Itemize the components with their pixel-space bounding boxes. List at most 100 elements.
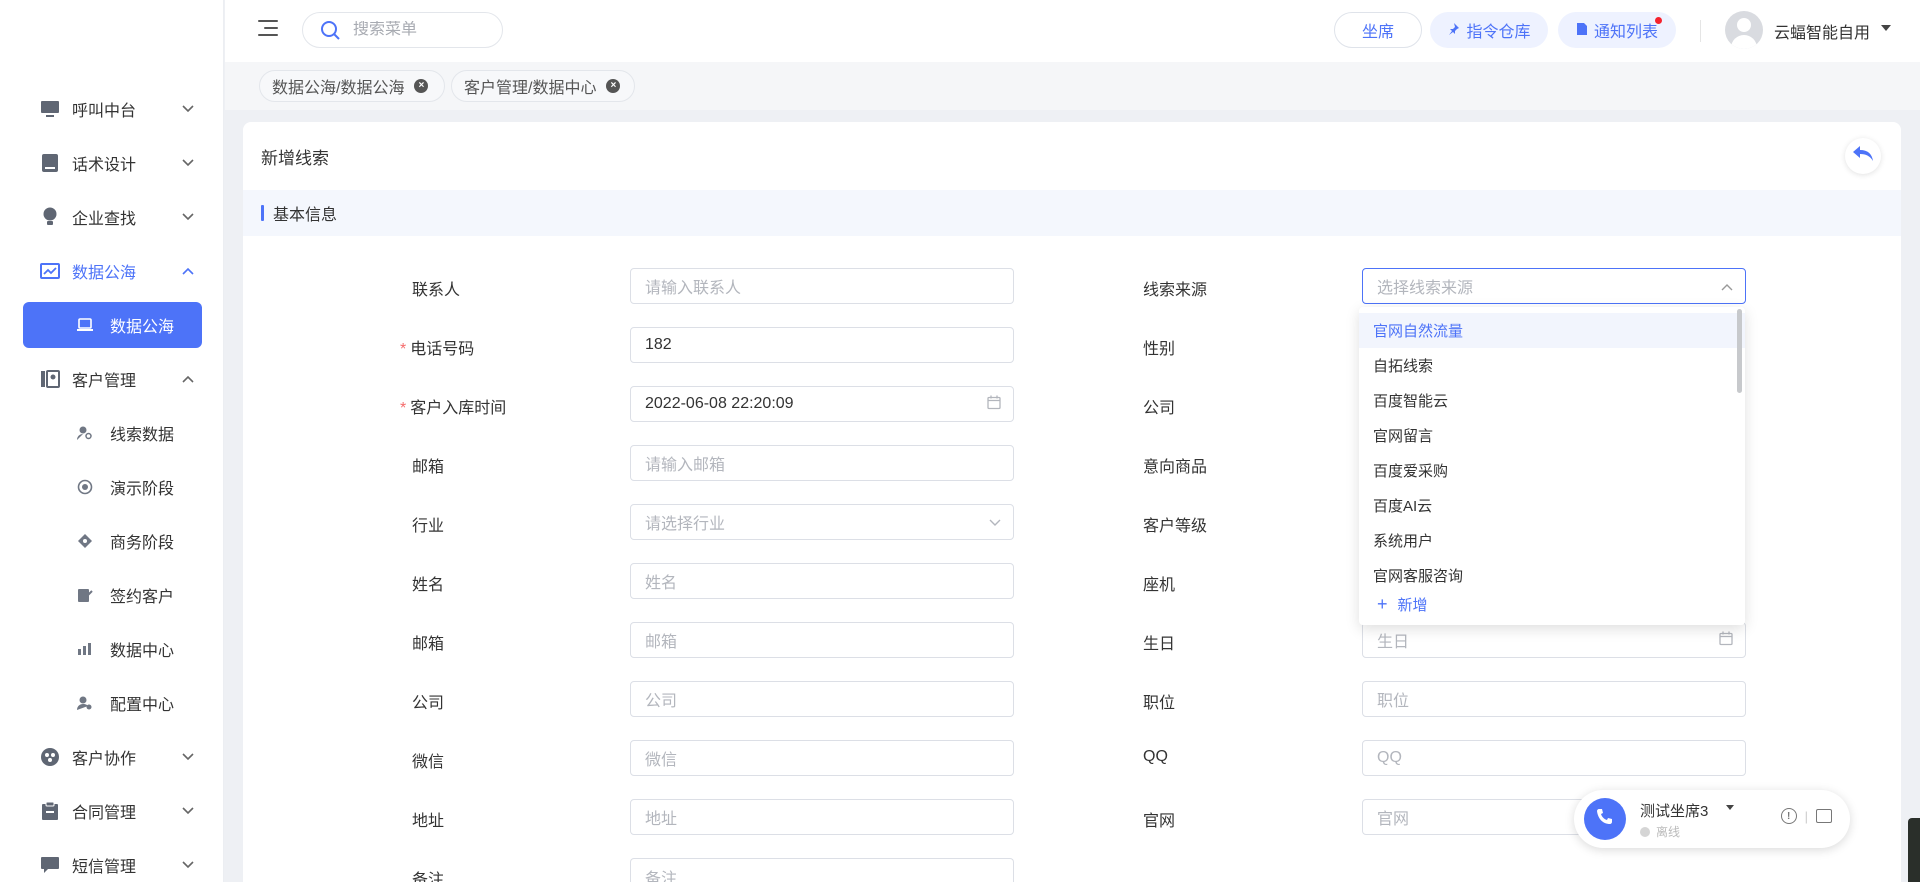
lead-source-select[interactable]: 选择线索来源 (1362, 268, 1746, 304)
back-button[interactable] (1845, 138, 1881, 174)
field-label: 职位 (1143, 695, 1176, 712)
field-label: 联系人 (412, 282, 461, 299)
agent-status: 离线 (1640, 823, 1680, 840)
search-input[interactable] (353, 21, 493, 39)
field-label: 官网 (1143, 813, 1176, 830)
close-icon[interactable]: × (606, 79, 621, 93)
username[interactable]: 云蝠智能自用 (1774, 19, 1870, 43)
sidebar-item-sms-management[interactable]: 短信管理 (0, 838, 224, 882)
header-divider (1700, 20, 1701, 42)
message-icon (40, 855, 60, 875)
sidebar-subitem-label: 数据公海 (110, 319, 175, 336)
sidebar-subitem-signed-customers[interactable]: 签约客户 (0, 568, 224, 622)
dropdown-option[interactable]: 系统用户 (1359, 523, 1745, 558)
field-label: 意向商品 (1143, 459, 1208, 476)
tab-tag-data-pool[interactable]: 数据公海/数据公海 × (259, 70, 445, 102)
notification-list-button[interactable]: 通知列表 (1558, 12, 1676, 48)
agent-name[interactable]: 测试坐席3 (1640, 800, 1708, 821)
info-icon[interactable]: ! (1780, 808, 1797, 824)
sidebar-subitem-business-stage[interactable]: 商务阶段 (0, 514, 224, 568)
phone-call-button[interactable] (1584, 798, 1626, 840)
dropdown-option[interactable]: 官网客服咨询 (1359, 558, 1745, 593)
contact-input[interactable]: 请输入联系人 (630, 268, 1014, 304)
sidebar-subitem-demo-stage[interactable]: 演示阶段 (0, 460, 224, 514)
clipboard-icon (40, 801, 60, 821)
email-input-2[interactable]: 邮箱 (630, 622, 1014, 658)
dropdown-option[interactable]: 百度AI云 (1359, 488, 1745, 523)
qq-input[interactable]: QQ (1362, 740, 1746, 776)
dropdown-option[interactable]: 百度智能云 (1359, 383, 1745, 418)
sidebar-item-customer-collab[interactable]: 客户协作 (0, 730, 224, 784)
sidebar-subitem-label: 线索数据 (110, 427, 175, 444)
target-icon (76, 478, 94, 496)
industry-select[interactable]: 请选择行业 (630, 504, 1014, 540)
side-widget-edge[interactable] (1908, 818, 1920, 882)
bar-chart-icon (76, 640, 94, 658)
chevron-down-icon (182, 858, 194, 872)
sidebar-item-contract-management[interactable]: 合同管理 (0, 784, 224, 838)
dropdown-option[interactable]: 官网留言 (1359, 418, 1745, 453)
tag-bar: 数据公海/数据公海 × 客户管理/数据中心 × (225, 62, 1920, 110)
field-label: * 电话号码 (400, 341, 475, 358)
caret-down-icon[interactable] (1726, 805, 1734, 810)
sidebar-subitem-label: 签约客户 (110, 589, 175, 606)
field-label: 备注 (412, 872, 445, 882)
menu-search[interactable] (302, 12, 503, 48)
avatar[interactable] (1725, 11, 1763, 49)
chevron-down-icon (989, 514, 1001, 530)
sidebar-subitem-label: 演示阶段 (110, 481, 175, 498)
sidebar: 呼叫中台 话术设计 企业查找 数据公海 数据公海 客户管理 线索数据 演示阶段 … (0, 0, 224, 882)
storage-time-picker[interactable]: 2022-06-08 22:20:09 (630, 386, 1014, 422)
field-label: 性别 (1143, 341, 1176, 358)
sidebar-item-script-design[interactable]: 话术设计 (0, 136, 224, 190)
sidebar-item-company-search[interactable]: 企业查找 (0, 190, 224, 244)
lead-source-dropdown: 官网自然流量 自拓线索 百度智能云 官网留言 百度爱采购 百度AI云 系统用户 … (1359, 307, 1745, 625)
field-label: * 客户入库时间 (400, 400, 507, 417)
unread-dot (1655, 17, 1662, 24)
tag-label: 客户管理/数据中心 (464, 80, 597, 97)
name-input[interactable]: 姓名 (630, 563, 1014, 599)
add-lead-source-button[interactable]: + 新增 (1377, 594, 1428, 615)
dropdown-scrollbar[interactable] (1737, 309, 1742, 393)
sidebar-item-data-pool[interactable]: 数据公海 (0, 244, 224, 298)
sidebar-subitem-lead-data[interactable]: 线索数据 (0, 406, 224, 460)
window-icon[interactable] (1816, 809, 1832, 823)
field-label: 座机 (1143, 577, 1176, 594)
caret-down-icon[interactable] (1881, 25, 1891, 31)
sidebar-subitem-label: 商务阶段 (110, 535, 175, 552)
phone-input[interactable]: 182 (630, 327, 1014, 363)
chevron-up-icon (1721, 278, 1733, 294)
dropdown-option[interactable]: 自拓线索 (1359, 348, 1745, 383)
sidebar-menu: 呼叫中台 话术设计 企业查找 数据公海 数据公海 客户管理 线索数据 演示阶段 … (0, 82, 224, 882)
seat-button[interactable]: 坐席 (1334, 12, 1422, 48)
sidebar-item-label: 客户协作 (72, 751, 137, 768)
dropdown-option[interactable]: 百度爱采购 (1359, 453, 1745, 488)
command-library-button[interactable]: 指令仓库 (1430, 12, 1548, 48)
sidebar-subitem-config-center[interactable]: 配置中心 (0, 676, 224, 730)
email-input[interactable]: 请输入邮箱 (630, 445, 1014, 481)
sidebar-subitem-label: 数据中心 (110, 643, 175, 660)
sidebar-subitem-data-center[interactable]: 数据中心 (0, 622, 224, 676)
contacts-icon (40, 369, 60, 389)
dropdown-option[interactable]: 官网自然流量 (1359, 313, 1745, 348)
chevron-up-icon (182, 264, 194, 278)
notification-list-label: 通知列表 (1593, 24, 1658, 41)
company-input[interactable]: 公司 (630, 681, 1014, 717)
tab-tag-data-center[interactable]: 客户管理/数据中心 × (451, 70, 635, 102)
sidebar-item-customer-management[interactable]: 客户管理 (0, 352, 224, 406)
tag-label: 数据公海/数据公海 (272, 80, 405, 97)
address-input[interactable]: 地址 (630, 799, 1014, 835)
remark-input[interactable]: 备注 (630, 858, 1014, 882)
wechat-input[interactable]: 微信 (630, 740, 1014, 776)
position-input[interactable]: 职位 (1362, 681, 1746, 717)
field-label: 行业 (412, 518, 445, 535)
diamond-icon (76, 532, 94, 550)
birthday-picker[interactable]: 生日 (1362, 622, 1746, 658)
close-icon[interactable]: × (414, 79, 429, 93)
monitor-icon (40, 99, 60, 119)
sidebar-subitem-label: 配置中心 (110, 697, 175, 714)
sidebar-item-call-center[interactable]: 呼叫中台 (0, 82, 224, 136)
menu-collapse-icon[interactable] (258, 20, 278, 40)
calendar-icon (987, 395, 1001, 413)
sidebar-subitem-data-pool[interactable]: 数据公海 (23, 302, 202, 348)
